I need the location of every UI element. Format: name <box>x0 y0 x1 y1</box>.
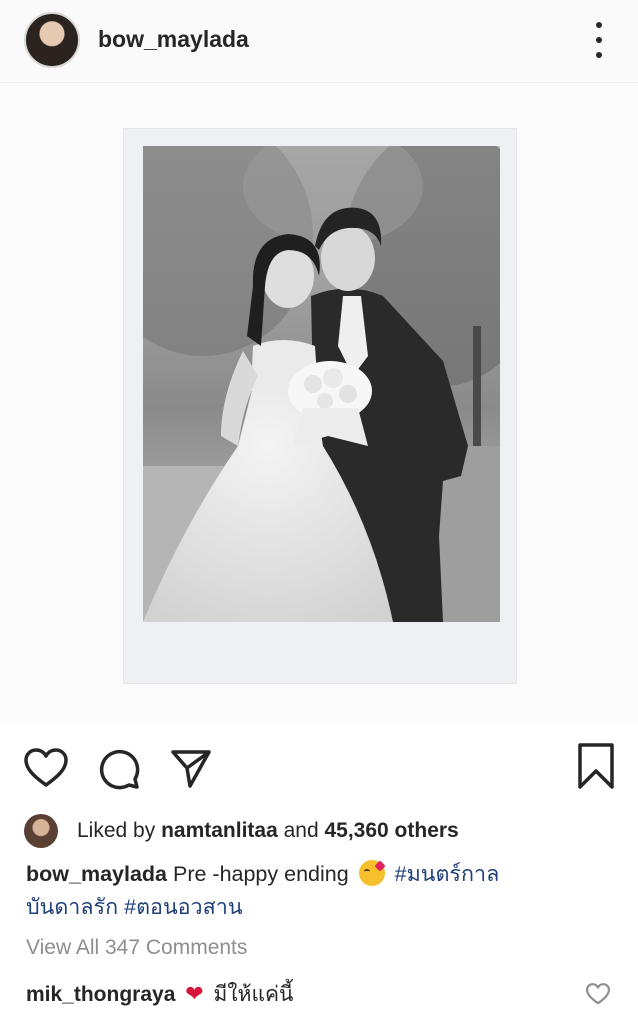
hashtag-1-part-2[interactable]: บันดาลรัก <box>26 895 118 919</box>
comment-icon[interactable] <box>98 748 140 790</box>
post-media[interactable] <box>0 83 638 723</box>
more-vertical-icon[interactable] <box>588 22 610 58</box>
likes-and: and <box>277 819 325 842</box>
comment-item: mik_thongraya ❤ มีให้แค่นี้ <box>26 978 626 1008</box>
caption-text: Pre -happy ending <box>167 862 355 886</box>
polaroid-frame <box>124 129 516 683</box>
bookmark-icon[interactable] <box>576 742 616 790</box>
caption-username[interactable]: bow_maylada <box>26 862 167 886</box>
liker-avatar[interactable] <box>24 814 58 848</box>
likes-count[interactable]: 45,360 others <box>324 819 458 842</box>
likes-prefix: Liked by <box>77 819 162 842</box>
likes-summary[interactable]: Liked by namtanlitaa and 45,360 others <box>24 814 624 848</box>
post-caption: bow_maylada Pre -happy ending #มนตร์กาลบ… <box>26 858 616 924</box>
likes-text[interactable]: Liked by namtanlitaa and 45,360 others <box>77 819 459 843</box>
comment-username[interactable]: mik_thongraya <box>26 983 175 1006</box>
paper-plane-icon[interactable] <box>170 748 212 790</box>
comment-text: มีให้แค่นี้ <box>213 983 294 1006</box>
caption-hashtag-2[interactable]: #ตอนอวสาน <box>124 895 242 919</box>
wedding-photo <box>143 146 500 622</box>
post-header: bow_maylada <box>0 0 638 83</box>
heart-icon[interactable] <box>24 748 68 788</box>
post-author-username[interactable]: bow_maylada <box>98 26 249 53</box>
profile-avatar[interactable] <box>24 12 80 68</box>
view-all-comments-link[interactable]: View All 347 Comments <box>26 936 247 960</box>
liker-username[interactable]: namtanlitaa <box>161 819 278 842</box>
red-heart-emoji: ❤ <box>185 981 204 1006</box>
kissing-face-emoji <box>358 860 385 886</box>
post-action-bar <box>0 740 638 800</box>
hashtag-1-part-1[interactable]: #มนตร์กาล <box>395 862 500 886</box>
comment-heart-icon[interactable] <box>586 983 610 1010</box>
